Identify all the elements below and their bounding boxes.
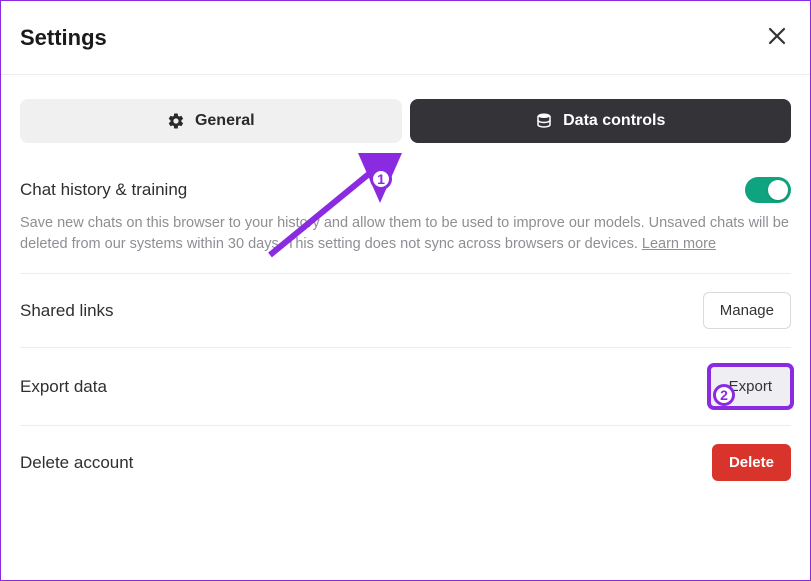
section-export-data-title: Export data xyxy=(20,377,107,397)
section-shared-links: Shared links Manage xyxy=(20,274,791,348)
gear-icon xyxy=(167,112,185,130)
database-icon xyxy=(535,112,553,130)
export-button[interactable]: Export xyxy=(710,366,791,407)
settings-header: Settings xyxy=(20,24,791,74)
delete-button[interactable]: Delete xyxy=(712,444,791,481)
tab-general-label: General xyxy=(195,112,255,130)
learn-more-link[interactable]: Learn more xyxy=(642,236,716,252)
chat-history-toggle[interactable] xyxy=(745,177,791,203)
section-chat-history-description: Save new chats on this browser to your h… xyxy=(20,213,791,255)
close-icon xyxy=(768,27,786,49)
section-export-data: Export data Export xyxy=(20,348,791,426)
section-delete-account: Delete account Delete xyxy=(20,426,791,499)
section-chat-history-title: Chat history & training xyxy=(20,180,187,200)
section-chat-history: Chat history & training Save new chats o… xyxy=(20,171,791,274)
section-delete-account-title: Delete account xyxy=(20,453,133,473)
tab-data-controls[interactable]: Data controls xyxy=(410,99,792,143)
tab-general[interactable]: General xyxy=(20,99,402,143)
section-shared-links-title: Shared links xyxy=(20,301,114,321)
page-title: Settings xyxy=(20,25,107,51)
manage-button[interactable]: Manage xyxy=(703,292,791,329)
close-button[interactable] xyxy=(763,24,791,52)
header-divider xyxy=(0,74,811,75)
tab-data-controls-label: Data controls xyxy=(563,112,665,130)
settings-tabs: General Data controls xyxy=(20,99,791,143)
